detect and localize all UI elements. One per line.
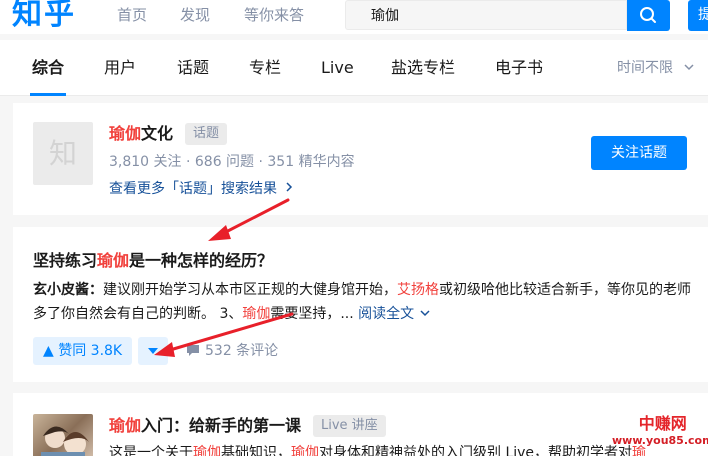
nav-waiting-answers[interactable]: 等你来答 (244, 0, 304, 30)
search-button[interactable] (627, 0, 670, 31)
more-topics-label: 查看更多「话题」搜索结果 (109, 181, 277, 197)
live-desc-3: 对身体和精神益处的入门级别 Live，帮助初学者对 (319, 445, 633, 456)
active-tab-indicator (30, 93, 66, 96)
topic-title-rest: 文化 (141, 124, 174, 143)
watermark-url: www.you85.com (612, 434, 708, 447)
question-title-post: 是一种怎样的经历？ (129, 251, 274, 270)
nav-discover[interactable]: 发现 (180, 0, 210, 30)
zhihu-logo[interactable]: 知乎 (12, 0, 76, 32)
top-bar: 知乎 首页 发现 等你来答 提问 (0, 0, 708, 34)
search-tab-bar: 综合 用户 话题 专栏 Live 盐选专栏 电子书 时间不限 (0, 40, 708, 96)
topic-avatar[interactable]: 知 (33, 122, 93, 185)
live-thumbnail-image (41, 426, 89, 456)
topic-title-highlight: 瑜伽 (109, 124, 142, 143)
read-more-link[interactable]: 阅读全文 (358, 306, 432, 322)
time-filter-dropdown[interactable]: 时间不限 (617, 58, 695, 78)
tab-columns[interactable]: 专栏 (249, 58, 281, 78)
live-title[interactable]: 瑜伽入门：给新手的第一课 (109, 414, 301, 438)
tab-ebooks[interactable]: 电子书 (495, 58, 543, 78)
chevron-right-icon (286, 182, 293, 192)
upvote-button[interactable]: ▲ 赞同 3.8K (33, 337, 133, 365)
question-title[interactable]: 坚持练习瑜伽是一种怎样的经历？ (33, 249, 273, 273)
more-topics-link[interactable]: 查看更多「话题」搜索结果 (109, 179, 294, 199)
time-filter-label: 时间不限 (617, 60, 673, 76)
live-tag: Live 讲座 (313, 415, 386, 437)
live-thumbnail[interactable] (33, 414, 93, 456)
chevron-down-icon (684, 64, 694, 71)
excerpt-text-1: 建议刚开始学习从本市区正规的大健身馆开始， (103, 282, 397, 298)
chevron-down-icon (420, 310, 430, 317)
downvote-button[interactable] (138, 337, 168, 365)
topic-stats: 3,810 关注 · 686 问题 · 351 精华内容 (109, 154, 355, 170)
live-title-rest: 入门：给新手的第一课 (141, 416, 302, 435)
follow-topic-button[interactable]: 关注话题 (591, 136, 687, 170)
read-more-label: 阅读全文 (358, 306, 415, 322)
search-icon (640, 7, 656, 23)
live-desc-1: 这是一个关于 (109, 445, 193, 456)
question-title-pre: 坚持练习 (33, 251, 98, 270)
tab-salt-columns[interactable]: 盐选专栏 (391, 58, 455, 78)
search-box (345, 0, 627, 30)
live-title-highlight: 瑜伽 (109, 416, 142, 435)
live-desc-highlight-2: 瑜伽 (291, 445, 319, 456)
live-desc-highlight-1: 瑜伽 (193, 445, 221, 456)
topic-result-card: 知 瑜伽文化 话题 3,810 关注 · 686 问题 · 351 精华内容 查… (13, 103, 708, 215)
excerpt-highlight-1: 艾扬格 (397, 282, 439, 298)
watermark: 中赚网 www.you85.com (612, 414, 708, 448)
search-input[interactable] (346, 1, 626, 29)
tab-topics[interactable]: 话题 (177, 58, 209, 78)
topic-tag: 话题 (185, 123, 228, 145)
tab-all[interactable]: 综合 (32, 58, 64, 78)
question-result-card: 坚持练习瑜伽是一种怎样的经历？ 玄小皮酱：建议刚开始学习从本市区正规的大健身馆开… (13, 227, 708, 382)
answer-excerpt[interactable]: 玄小皮酱：建议刚开始学习从本市区正规的大健身馆开始，艾扬格或初级哈他比较适合新手… (33, 278, 693, 326)
answer-author[interactable]: 玄小皮酱： (33, 282, 103, 298)
tab-users[interactable]: 用户 (104, 58, 136, 78)
watermark-title: 中赚网 (638, 414, 687, 433)
excerpt-text-3: 需要坚持，... (270, 306, 359, 322)
topic-title[interactable]: 瑜伽文化 (109, 122, 173, 146)
live-description: 这是一个关于瑜伽基础知识，瑜伽对身体和精神益处的入门级别 Live，帮助初学者对… (109, 443, 646, 456)
ask-button[interactable]: 提问 (688, 0, 708, 31)
tab-live[interactable]: Live (321, 58, 354, 78)
live-result-card: 瑜伽入门：给新手的第一课 Live 讲座 这是一个关于瑜伽基础知识，瑜伽对身体和… (13, 393, 708, 456)
nav-home[interactable]: 首页 (117, 0, 147, 30)
triangle-down-icon (148, 348, 158, 354)
comment-count: 532 条评论 (205, 343, 279, 359)
excerpt-highlight-2: 瑜伽 (242, 306, 271, 322)
comment-button[interactable]: 532 条评论 (185, 337, 278, 365)
question-title-highlight: 瑜伽 (97, 251, 130, 270)
comment-icon (187, 345, 199, 356)
live-desc-2: 基础知识， (221, 445, 291, 456)
